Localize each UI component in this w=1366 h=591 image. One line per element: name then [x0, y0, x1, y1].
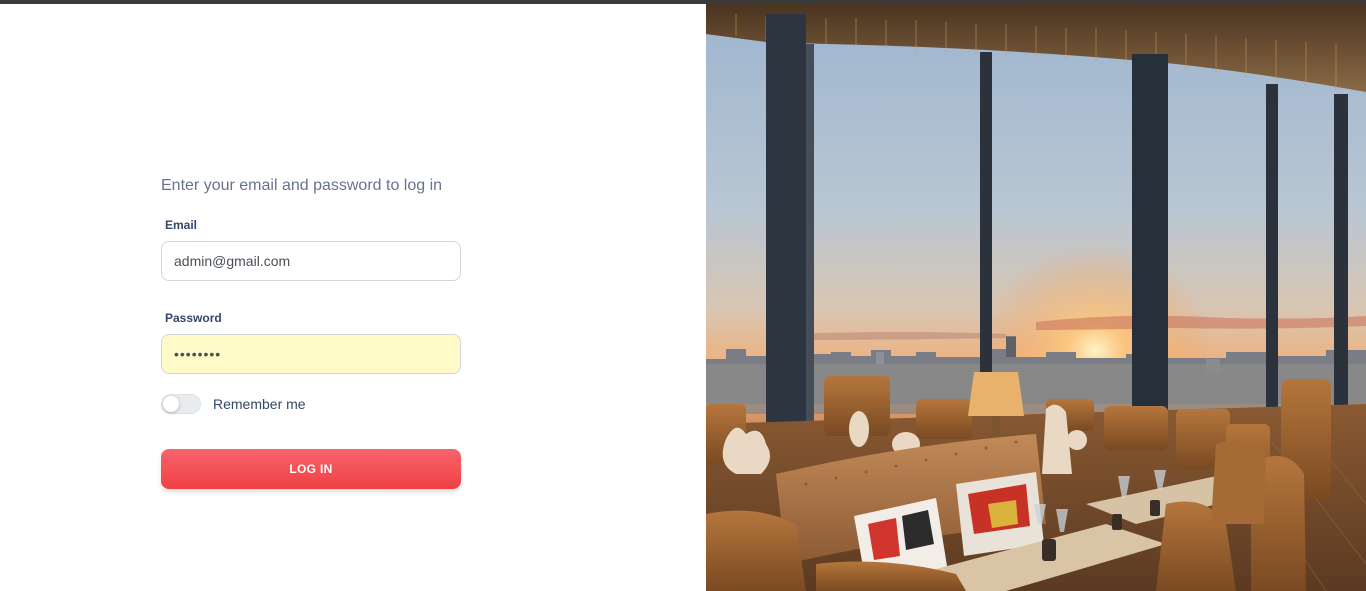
- remember-me-row: Remember me: [161, 394, 461, 414]
- password-input[interactable]: [161, 334, 461, 374]
- remember-me-label: Remember me: [213, 396, 306, 412]
- remember-me-toggle[interactable]: [161, 394, 201, 414]
- login-form: Enter your email and password to log in …: [161, 176, 461, 489]
- login-subtitle: Enter your email and password to log in: [161, 177, 443, 194]
- email-label: Email: [165, 218, 198, 232]
- login-pane: Enter your email and password to log in …: [0, 4, 706, 591]
- toggle-knob: [163, 396, 179, 412]
- login-button[interactable]: LOG IN: [161, 449, 461, 489]
- password-label: Password: [165, 311, 222, 325]
- restaurant-photo: [706, 4, 1366, 591]
- email-input[interactable]: [161, 241, 461, 281]
- login-page: Enter your email and password to log in …: [0, 4, 1366, 591]
- hero-image: [706, 4, 1366, 591]
